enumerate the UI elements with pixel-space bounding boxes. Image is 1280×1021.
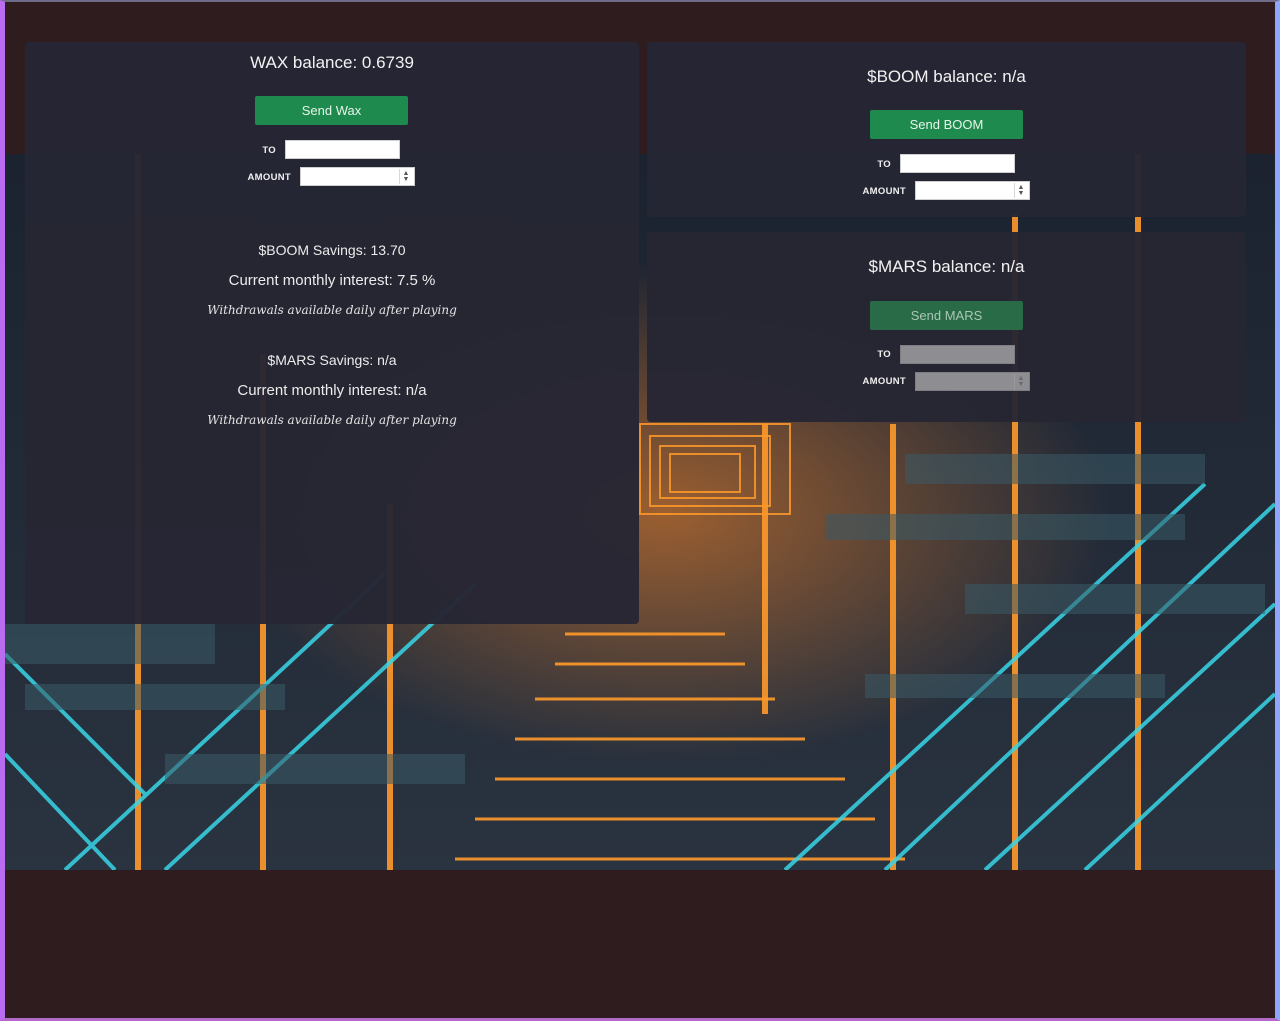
boom-panel: $BOOM balance: n/a Send BOOM TO AMOUNT ▲… <box>647 42 1246 217</box>
boom-to-label: TO <box>877 159 891 170</box>
boom-interest-text: Current monthly interest: 7.5 % <box>228 272 436 289</box>
mars-balance-title: $MARS balance: n/a <box>868 257 1025 276</box>
wax-to-label: TO <box>262 145 276 156</box>
wax-amount-label: AMOUNT <box>247 172 291 183</box>
mars-withdrawal-note: Withdrawals available daily after playin… <box>207 413 457 427</box>
boom-withdrawal-note: Withdrawals available daily after playin… <box>207 303 457 317</box>
wax-to-input[interactable] <box>285 140 400 159</box>
boom-balance-title: $BOOM balance: n/a <box>867 67 1026 86</box>
number-spinner-icon[interactable]: ▲ ▼ <box>399 169 412 184</box>
wax-amount-input[interactable]: ▲ ▼ <box>300 167 415 186</box>
mars-amount-input[interactable]: ▲ ▼ <box>915 372 1030 391</box>
mars-to-input[interactable] <box>900 345 1015 364</box>
number-spinner-icon[interactable]: ▲ ▼ <box>1014 183 1027 198</box>
mars-interest-text: Current monthly interest: n/a <box>237 382 427 399</box>
boom-amount-label: AMOUNT <box>862 186 906 197</box>
send-mars-button[interactable]: Send MARS <box>870 301 1023 330</box>
send-boom-button[interactable]: Send BOOM <box>870 110 1023 139</box>
boom-to-input[interactable] <box>900 154 1015 173</box>
send-wax-button[interactable]: Send Wax <box>255 96 408 125</box>
boom-savings-text: $BOOM Savings: 13.70 <box>258 242 406 258</box>
mars-savings-text: $MARS Savings: n/a <box>267 352 397 368</box>
boom-amount-input[interactable]: ▲ ▼ <box>915 181 1030 200</box>
mars-to-label: TO <box>877 349 891 360</box>
wax-balance-title: WAX balance: 0.6739 <box>250 53 414 72</box>
number-spinner-icon[interactable]: ▲ ▼ <box>1014 374 1027 389</box>
mars-panel: $MARS balance: n/a Send MARS TO AMOUNT ▲… <box>647 232 1246 422</box>
mars-amount-label: AMOUNT <box>862 376 906 387</box>
wax-panel: WAX balance: 0.6739 Send Wax TO AMOUNT ▲… <box>25 42 639 624</box>
